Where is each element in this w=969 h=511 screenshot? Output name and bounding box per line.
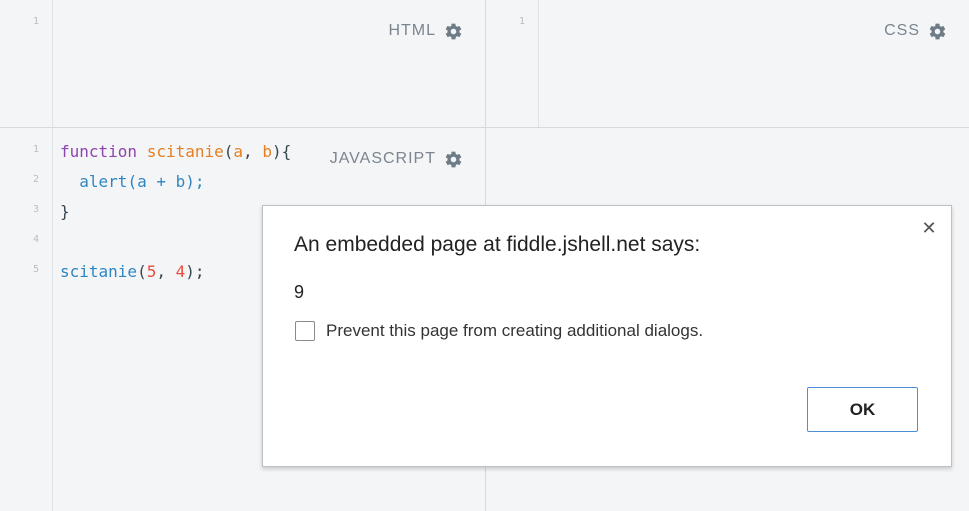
- code-param: b: [262, 142, 272, 161]
- code-call: scitanie: [60, 262, 138, 281]
- code-param: a: [233, 142, 244, 161]
- prevent-dialogs-label[interactable]: Prevent this page from creating addition…: [326, 321, 703, 341]
- prevent-dialogs-row[interactable]: Prevent this page from creating addition…: [295, 321, 703, 341]
- html-panel-label: HTML: [388, 22, 436, 39]
- javascript-panel-label: JAVASCRIPT: [329, 150, 436, 167]
- javascript-code[interactable]: function scitanie(a, b){ alert(a + b);} …: [60, 137, 291, 287]
- line-number: 1: [32, 16, 39, 27]
- code-number: 5: [146, 262, 157, 281]
- line-number: 2: [32, 174, 39, 185]
- code-punctuation: (: [223, 142, 234, 161]
- line-number-gutter: 1 2 3 4 5: [0, 128, 53, 511]
- code-call: alert: [79, 172, 128, 191]
- code-punctuation: }: [60, 202, 70, 221]
- code-number: 4: [175, 262, 186, 281]
- dialog-title: An embedded page at fiddle.jshell.net sa…: [294, 233, 701, 256]
- line-number-gutter: 1: [0, 0, 53, 127]
- line-number-gutter: 1: [486, 0, 539, 127]
- code-line: }: [60, 197, 291, 227]
- alert-dialog: An embedded page at fiddle.jshell.net sa…: [262, 205, 952, 467]
- code-keyword: function: [60, 142, 138, 161]
- css-panel-label: CSS: [884, 22, 920, 39]
- code-args: (a + b);: [127, 172, 205, 191]
- code-line: alert(a + b);: [60, 167, 291, 197]
- gear-icon[interactable]: [928, 22, 947, 41]
- line-number: 1: [518, 16, 525, 27]
- gear-icon[interactable]: [444, 22, 463, 41]
- css-editor-panel[interactable]: 1 CSS: [486, 0, 969, 128]
- line-number: 5: [32, 264, 39, 275]
- line-number: 4: [32, 234, 39, 245]
- gear-icon[interactable]: [444, 150, 463, 169]
- close-icon[interactable]: ✕: [919, 218, 939, 238]
- line-number: 3: [32, 204, 39, 215]
- code-punctuation: ){: [271, 142, 292, 161]
- code-line: function scitanie(a, b){: [60, 137, 291, 167]
- dialog-message: 9: [294, 282, 305, 302]
- code-punctuation: );: [185, 262, 205, 281]
- code-punctuation: (: [137, 262, 147, 281]
- code-line: scitanie(5, 4);: [60, 257, 291, 287]
- code-punctuation: ,: [156, 262, 176, 281]
- code-punctuation: ,: [243, 142, 263, 161]
- html-editor-panel[interactable]: 1 HTML: [0, 0, 486, 128]
- prevent-dialogs-checkbox[interactable]: [295, 321, 315, 341]
- ok-button[interactable]: OK: [807, 387, 918, 432]
- line-number: 1: [32, 144, 39, 155]
- code-function-name: scitanie: [146, 142, 224, 161]
